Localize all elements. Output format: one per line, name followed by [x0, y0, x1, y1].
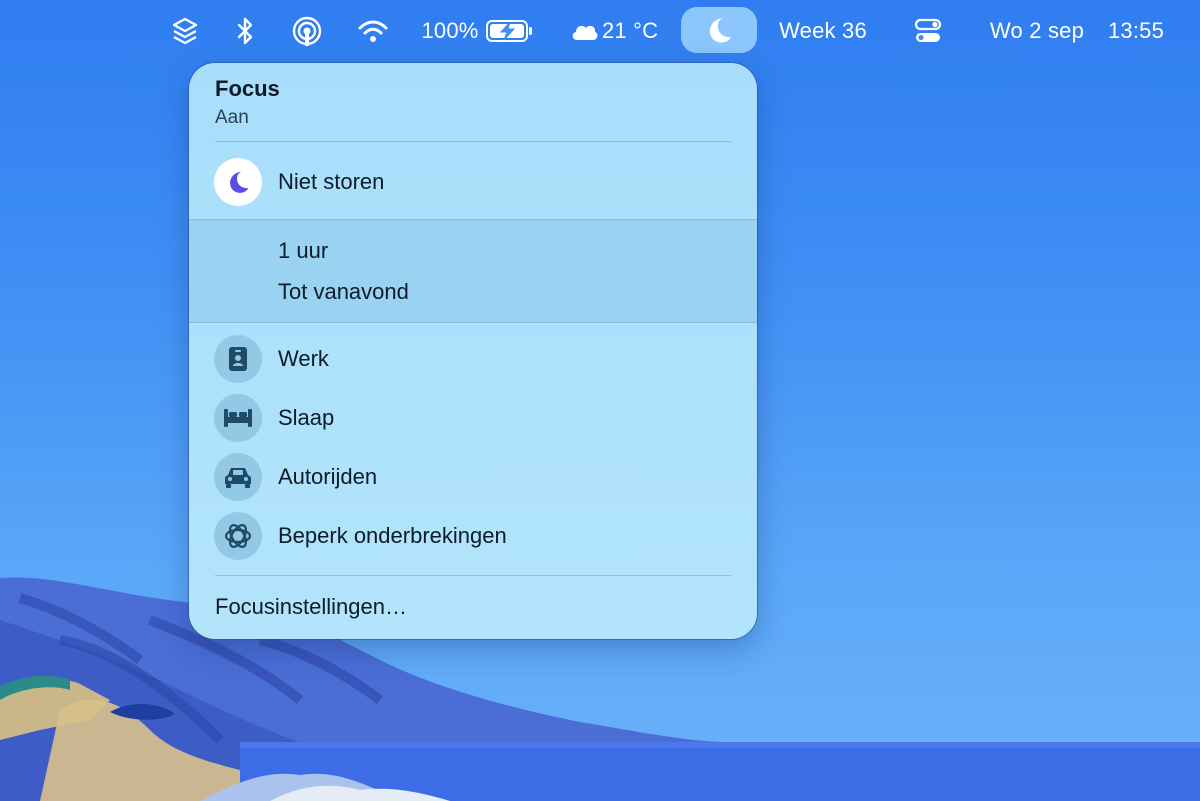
- werk-label: Werk: [278, 346, 329, 371]
- focus-title: Focus: [215, 76, 280, 101]
- control-center-icon[interactable]: [910, 0, 946, 62]
- layers-icon[interactable]: [166, 0, 204, 62]
- wifi-icon[interactable]: [356, 0, 390, 62]
- slaap-label: Slaap: [278, 405, 335, 430]
- divider: [215, 141, 731, 142]
- menu-bar: 100% 21 °C Week 36 Wo 2 sep 13:55: [0, 0, 1200, 62]
- focus-menu-panel: Focus Aan Niet storen 1 uur Tot vanavond…: [189, 63, 757, 639]
- duration-options: 1 uur Tot vanavond: [189, 219, 757, 323]
- week-number[interactable]: Week 36: [779, 18, 867, 44]
- id-badge-icon: [229, 347, 247, 371]
- battery-percentage: 100%: [421, 18, 479, 43]
- duration-until-tonight[interactable]: Tot vanavond: [278, 279, 409, 305]
- divider: [215, 575, 731, 576]
- cloud-icon[interactable]: [568, 0, 600, 62]
- focus-mode-autorijden[interactable]: Autorijden: [189, 452, 757, 502]
- bluetooth-icon[interactable]: [232, 0, 258, 62]
- moon-icon: [230, 171, 249, 193]
- date-label[interactable]: Wo 2 sep: [990, 18, 1084, 44]
- bed-icon: [224, 409, 252, 427]
- airdrop-icon[interactable]: [288, 0, 326, 62]
- focus-settings-link[interactable]: Focusinstellingen…: [215, 594, 407, 620]
- focus-status: Aan: [215, 107, 249, 128]
- reduce-interruptions-icon: [224, 524, 252, 548]
- focus-menu-button[interactable]: [681, 7, 757, 53]
- focus-mode-do-not-disturb[interactable]: Niet storen: [189, 157, 757, 207]
- focus-mode-beperk-onderbrekingen[interactable]: Beperk onderbrekingen: [189, 511, 757, 561]
- time-label[interactable]: 13:55: [1108, 18, 1164, 44]
- focus-mode-werk[interactable]: Werk: [189, 334, 757, 384]
- weather-temperature: 21 °C: [602, 18, 659, 43]
- do-not-disturb-label: Niet storen: [278, 169, 385, 194]
- car-icon: [225, 468, 251, 488]
- autorijden-label: Autorijden: [278, 464, 378, 489]
- duration-1-hour[interactable]: 1 uur: [278, 238, 328, 264]
- moon-icon: [709, 18, 731, 43]
- battery-charging-icon[interactable]: [484, 0, 534, 62]
- focus-mode-slaap[interactable]: Slaap: [189, 393, 757, 443]
- beperk-onderbrekingen-label: Beperk onderbrekingen: [278, 523, 507, 548]
